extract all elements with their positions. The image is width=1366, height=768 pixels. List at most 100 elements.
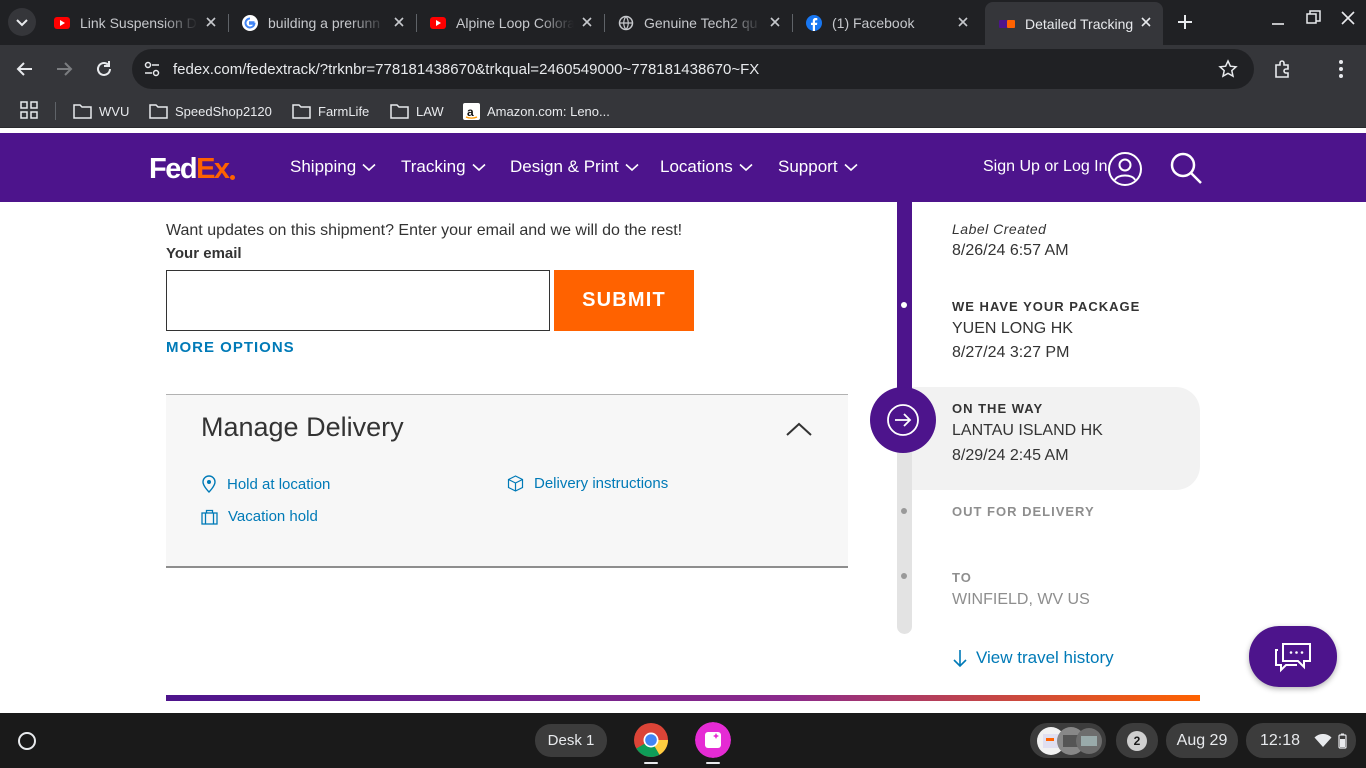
arrow-right-circle-icon (887, 404, 919, 436)
forward-arrow-icon[interactable] (53, 58, 75, 80)
back-arrow-icon[interactable] (14, 58, 36, 80)
status-tray[interactable]: 12:18 (1246, 723, 1356, 758)
bookmark-wvu[interactable]: WVU (73, 101, 129, 121)
tab-detailed-tracking[interactable]: Detailed Tracking (985, 2, 1163, 45)
view-travel-history-link[interactable]: View travel history (952, 648, 1114, 668)
gallery-app-icon[interactable] (695, 722, 731, 758)
bookmark-star-icon[interactable] (1218, 59, 1238, 79)
more-options-link[interactable]: MORE OPTIONS (166, 339, 295, 356)
event-datetime: 8/29/24 2:45 AM (952, 447, 1069, 464)
bookmark-farmlife[interactable]: FarmLife (292, 101, 369, 121)
tab-separator (228, 14, 229, 32)
package-icon (507, 475, 524, 492)
updates-prompt: Want updates on this shipment? Enter you… (166, 222, 683, 239)
nav-label: Design & Print (510, 157, 619, 176)
tab-alpine-loop[interactable]: Alpine Loop Colora (422, 6, 602, 39)
tab-search-button[interactable] (8, 8, 36, 36)
close-icon[interactable] (392, 15, 406, 29)
tab-building-prerunner[interactable]: building a prerunn (234, 6, 414, 39)
close-icon[interactable] (956, 15, 970, 29)
reload-icon[interactable] (93, 58, 115, 80)
date-tray[interactable]: Aug 29 (1166, 723, 1238, 758)
nav-label: Shipping (290, 157, 357, 176)
screenshot-thumbnails-icon (1037, 726, 1102, 755)
nav-label: Support (778, 157, 838, 176)
address-bar[interactable]: fedex.com/fedextrack/?trknbr=77818143867… (132, 49, 1254, 89)
bookmark-law[interactable]: LAW (390, 101, 444, 121)
event-status: Label Created (952, 221, 1047, 237)
submit-button[interactable]: SUBMIT (554, 270, 694, 331)
close-icon[interactable] (580, 15, 594, 29)
bookmark-label: LAW (416, 103, 444, 119)
fedex-icon (999, 19, 1015, 28)
tab-facebook[interactable]: (1) Facebook (798, 6, 978, 39)
nav-support[interactable]: Support (778, 157, 858, 177)
delivery-instructions-link[interactable]: Delivery instructions (507, 475, 668, 492)
fedex-logo[interactable]: FedEx (149, 153, 235, 186)
notifications-tray[interactable]: 2 (1116, 723, 1158, 758)
tab-title: (1) Facebook (832, 14, 915, 31)
location-pin-icon (202, 475, 216, 493)
close-icon[interactable] (768, 15, 782, 29)
nav-tracking[interactable]: Tracking (401, 157, 486, 177)
tab-title: Genuine Tech2 qu (644, 14, 758, 31)
manage-delivery-title[interactable]: Manage Delivery (201, 412, 404, 443)
url-text[interactable]: fedex.com/fedextrack/?trknbr=77818143867… (173, 61, 759, 78)
chevron-down-icon (362, 163, 376, 171)
timeline-dot (901, 508, 907, 514)
tab-link-suspension[interactable]: Link Suspension D (46, 6, 226, 39)
holding-space-tray[interactable] (1030, 723, 1106, 758)
tab-genuine-tech2[interactable]: Genuine Tech2 qu (610, 6, 790, 39)
running-indicator (706, 762, 720, 764)
chat-button[interactable] (1249, 626, 1337, 687)
nav-design-print[interactable]: Design & Print (510, 157, 639, 177)
folder-icon (292, 104, 311, 119)
bookmark-amazon[interactable]: a Amazon.com: Leno... (463, 101, 610, 121)
notification-count-badge: 2 (1127, 730, 1147, 751)
kebab-menu-icon[interactable] (1333, 58, 1349, 80)
facebook-icon (806, 14, 822, 31)
close-icon[interactable] (204, 15, 218, 29)
user-account-icon[interactable] (1107, 151, 1143, 187)
vacation-hold-link[interactable]: Vacation hold (201, 508, 318, 525)
event-location: YUEN LONG HK (952, 320, 1073, 337)
bookmark-label: WVU (99, 103, 130, 119)
close-icon[interactable] (1139, 15, 1153, 29)
tab-separator (792, 14, 793, 32)
tab-title: Link Suspension D (80, 14, 197, 31)
bookmark-label: Amazon.com: Leno... (487, 103, 610, 119)
new-tab-icon[interactable] (1175, 12, 1195, 32)
event-status: WE HAVE YOUR PACKAGE (952, 299, 1141, 314)
restore-icon[interactable] (1303, 8, 1323, 28)
chevron-down-icon (844, 163, 858, 171)
browser-toolbar: fedex.com/fedextrack/?trknbr=77818143867… (0, 45, 1366, 93)
desk-button[interactable]: Desk 1 (535, 724, 607, 757)
site-info-icon[interactable] (142, 59, 162, 79)
chrome-icon[interactable] (633, 722, 669, 758)
close-window-icon[interactable] (1338, 8, 1358, 28)
hold-at-location-link[interactable]: Hold at location (201, 475, 330, 493)
chevron-down-icon (472, 163, 486, 171)
launcher-icon[interactable] (18, 732, 36, 750)
tab-title: Alpine Loop Colora (456, 14, 574, 31)
bookmark-label: FarmLife (318, 103, 370, 119)
nav-locations[interactable]: Locations (660, 157, 753, 177)
chevron-up-icon[interactable] (785, 421, 813, 437)
sign-up-login-link[interactable]: Sign Up or Log In (983, 158, 1108, 176)
email-field[interactable] (166, 270, 550, 331)
bookmark-speedshop2120[interactable]: SpeedShop2120 (149, 101, 272, 121)
event-status: ON THE WAY (952, 401, 1044, 416)
extensions-puzzle-icon[interactable] (1272, 58, 1294, 80)
logo-dot (229, 175, 235, 180)
apps-grid-icon[interactable] (20, 101, 38, 119)
bookmark-label: SpeedShop2120 (175, 103, 272, 119)
nav-label: Tracking (401, 157, 466, 176)
folder-icon (149, 104, 168, 119)
nav-shipping[interactable]: Shipping (290, 157, 376, 177)
arrow-down-icon (953, 650, 967, 668)
youtube-icon (54, 16, 70, 29)
link-label: Hold at location (227, 475, 331, 493)
os-taskbar: Desk 1 2 Aug 29 12:18 (0, 713, 1366, 768)
search-icon[interactable] (1168, 150, 1204, 186)
minimize-icon[interactable] (1268, 10, 1288, 30)
